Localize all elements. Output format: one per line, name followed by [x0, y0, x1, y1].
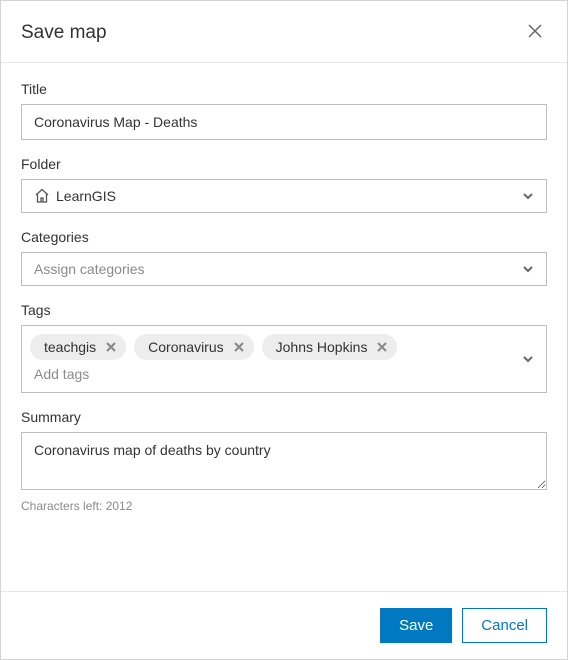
title-field: Title [21, 81, 547, 140]
modal-title: Save map [21, 22, 107, 44]
tag-text: Coronavirus [148, 339, 223, 355]
close-button[interactable] [523, 19, 547, 46]
chevron-down-icon [522, 263, 534, 275]
tag-chip: teachgis [30, 334, 126, 360]
tag-chip: Johns Hopkins [262, 334, 398, 360]
categories-label: Categories [21, 229, 547, 245]
tags-input-container[interactable]: teachgis Coronavirus Johns Hopkins [21, 325, 547, 393]
modal-body: Title Folder LearnGIS Categories Assign … [1, 63, 567, 591]
close-icon [234, 340, 244, 355]
save-map-modal: Save map Title Folder LearnGIS [0, 0, 568, 660]
cancel-button[interactable]: Cancel [462, 608, 547, 643]
folder-field: Folder LearnGIS [21, 156, 547, 213]
tags-label: Tags [21, 302, 547, 318]
close-icon [527, 23, 543, 42]
tag-text: teachgis [44, 339, 96, 355]
title-label: Title [21, 81, 547, 97]
categories-field: Categories Assign categories [21, 229, 547, 286]
modal-header: Save map [1, 1, 567, 63]
character-count: Characters left: 2012 [21, 499, 547, 513]
modal-footer: Save Cancel [1, 591, 567, 659]
summary-label: Summary [21, 409, 547, 425]
folder-label: Folder [21, 156, 547, 172]
tag-chip: Coronavirus [134, 334, 253, 360]
tag-text: Johns Hopkins [276, 339, 368, 355]
tags-row: teachgis Coronavirus Johns Hopkins [30, 334, 516, 360]
tags-text-input[interactable] [30, 360, 516, 386]
save-button[interactable]: Save [380, 608, 452, 643]
chevron-down-icon [522, 190, 534, 202]
close-icon [377, 340, 387, 355]
summary-textarea[interactable] [21, 432, 547, 490]
categories-select[interactable]: Assign categories [21, 252, 547, 286]
chevron-down-icon [522, 353, 534, 365]
folder-value: LearnGIS [56, 188, 522, 204]
title-input[interactable] [21, 104, 547, 140]
tag-remove-button[interactable] [234, 340, 244, 355]
home-icon [34, 188, 50, 204]
close-icon [106, 340, 116, 355]
summary-field: Summary Characters left: 2012 [21, 409, 547, 513]
folder-select[interactable]: LearnGIS [21, 179, 547, 213]
tag-remove-button[interactable] [377, 340, 387, 355]
tags-field: Tags teachgis Coronavirus [21, 302, 547, 393]
categories-placeholder: Assign categories [34, 261, 522, 277]
tag-remove-button[interactable] [106, 340, 116, 355]
